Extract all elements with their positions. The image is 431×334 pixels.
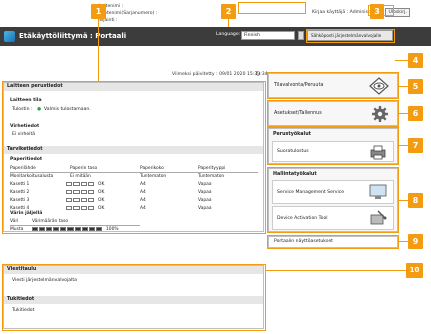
device-info: Laitenimi : Tuotenimi(Sarjanumero) : Sij…	[99, 3, 157, 24]
callout-line-10	[266, 270, 406, 271]
callout-box-1	[2, 81, 266, 234]
portal-logo-icon	[4, 31, 15, 42]
callout-line-2	[228, 19, 229, 27]
callout-3: 3	[370, 4, 384, 19]
callout-line-6	[399, 113, 408, 114]
callout-7: 7	[408, 138, 423, 153]
login-user-label: Kirjaa käyttäjä :	[312, 10, 349, 15]
callout-box-2	[238, 2, 306, 14]
callout-2: 2	[221, 4, 236, 19]
callout-box-4	[306, 29, 395, 43]
callout-box-5	[267, 72, 399, 99]
callout-1: 1	[91, 4, 106, 19]
callout-line-7	[399, 145, 408, 146]
product-name-label: Tuotenimi(Sarjanumero) :	[99, 11, 158, 16]
callout-10: 10	[406, 263, 423, 278]
callout-9: 9	[408, 234, 423, 249]
callout-6: 6	[408, 106, 423, 121]
callout-8: 8	[408, 193, 423, 208]
callout-line-8	[399, 200, 408, 201]
callout-line-5	[399, 86, 408, 87]
callout-box-6	[267, 100, 399, 127]
language-select[interactable]: Finnish	[241, 31, 295, 40]
callout-box-10	[2, 264, 266, 331]
callout-line-4	[395, 60, 408, 61]
page-title: Etäkäyttöliittymä : Portaali	[19, 32, 127, 40]
callout-box-7	[267, 127, 399, 165]
login-info: Kirjaa käyttäjä : Administrator Uloskirj…	[312, 8, 410, 17]
callout-4: 4	[408, 53, 423, 68]
last-updated: Viimeksi päivitetty : 09/01 2020 15:33:3…	[172, 72, 268, 77]
callout-5: 5	[408, 79, 423, 94]
location-label: Sijainti :	[99, 18, 118, 23]
device-name-label: Laitenimi :	[99, 4, 124, 9]
callout-line-9	[399, 241, 408, 242]
language-apply-button[interactable]	[298, 31, 304, 40]
callout-box-9	[267, 235, 399, 249]
callout-line-1	[98, 19, 99, 81]
callout-box-8	[267, 167, 399, 233]
refresh-icon[interactable]: ↻	[255, 70, 261, 78]
language-label: Language:	[216, 32, 241, 37]
